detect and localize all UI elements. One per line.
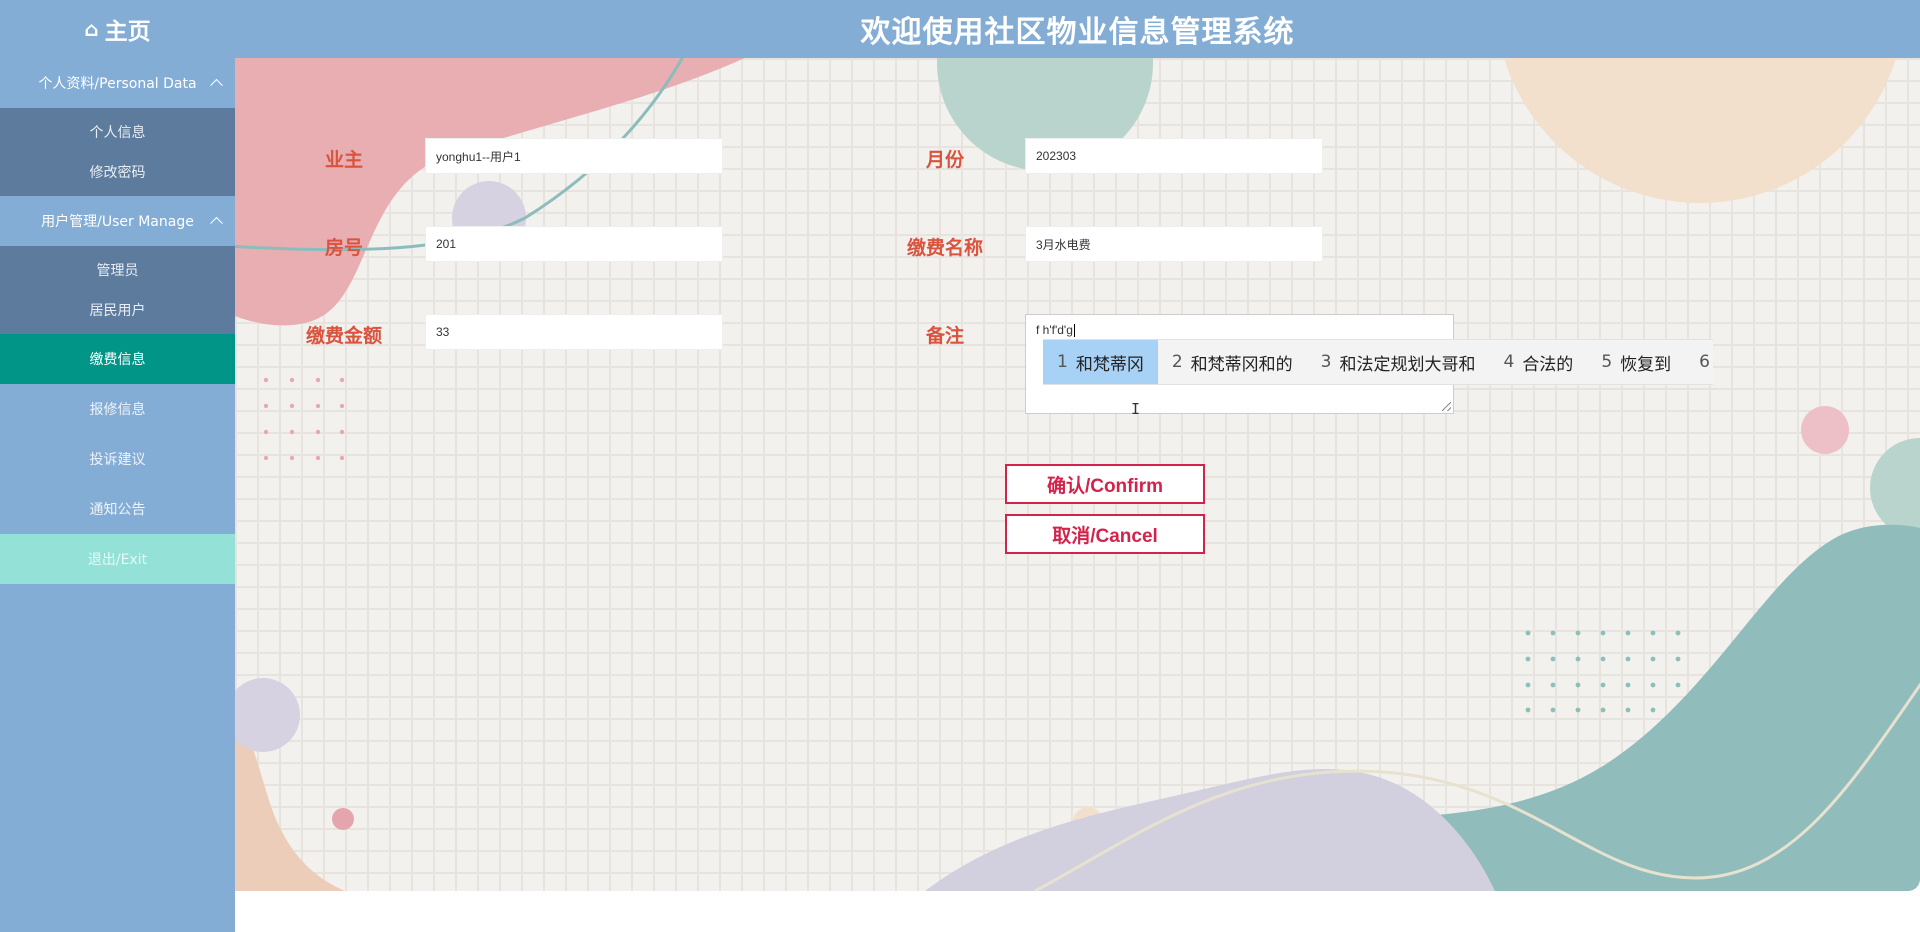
ime-candidate[interactable]: 3 和法定规划大哥和 <box>1307 340 1490 384</box>
ime-candidate-number: 6 <box>1699 352 1710 372</box>
ime-candidate-text: 恢复到 <box>1620 354 1672 375</box>
ime-candidate-text: 和梵蒂冈和的 <box>1190 354 1293 375</box>
sidebar-item-notices[interactable]: 通知公告 <box>0 484 235 534</box>
resize-handle-icon[interactable] <box>1442 402 1451 411</box>
ime-candidate-number: 1 <box>1057 352 1068 372</box>
ime-candidate[interactable]: 5 恢复到 <box>1587 340 1685 384</box>
ime-candidate[interactable]: 1 和梵蒂冈 <box>1043 340 1158 384</box>
month-label: 月份 <box>925 149 964 171</box>
owner-label: 业主 <box>324 149 363 171</box>
ime-candidate-text: 和梵蒂冈 <box>1075 354 1144 375</box>
home-label: 主页 <box>104 19 151 45</box>
ime-candidate-bar: 1 和梵蒂冈 2 和梵蒂冈和的 3 和法定规划大哥和 4 合法的 5 恢复到 6 <box>1043 339 1713 385</box>
sidebar-item-payment-info[interactable]: 缴费信息 <box>0 334 235 384</box>
chevron-up-icon <box>210 216 223 230</box>
sidebar: 个人资料/Personal Data 个人信息 修改密码 用户管理/User M… <box>0 58 235 932</box>
menu-group-label: 用户管理/User Manage <box>41 214 194 230</box>
text-cursor-icon: I <box>1131 400 1141 418</box>
menu-group-user-manage[interactable]: 用户管理/User Manage <box>0 196 235 246</box>
ime-candidate[interactable]: 2 和梵蒂冈和的 <box>1158 340 1307 384</box>
remark-text: f h'f'd'g <box>1036 323 1073 337</box>
cancel-button[interactable]: 取消/Cancel <box>1005 514 1205 554</box>
text-caret <box>1073 324 1075 338</box>
sidebar-item-residents[interactable]: 居民用户 <box>0 290 235 330</box>
remark-label: 备注 <box>925 325 964 347</box>
ime-candidate-text: 合法的 <box>1522 354 1574 375</box>
sidebar-item-change-password[interactable]: 修改密码 <box>0 152 235 192</box>
fee-name-field[interactable]: 3月水电费 <box>1025 226 1323 262</box>
top-bar: ⌂ 主页 欢迎使用社区物业信息管理系统 <box>0 0 1920 58</box>
ime-candidate-number: 5 <box>1601 352 1613 372</box>
page-title: 欢迎使用社区物业信息管理系统 <box>860 15 1295 50</box>
main-content: 业主 yonghu1--用户1 月份 202303 房号 201 缴费名称 3月… <box>235 58 1920 891</box>
amount-label: 缴费金额 <box>305 325 382 347</box>
confirm-button[interactable]: 确认/Confirm <box>1005 464 1205 504</box>
submenu-user-manage: 管理员 居民用户 <box>0 246 235 334</box>
home-icon: ⌂ <box>84 17 99 41</box>
amount-field[interactable]: 33 <box>425 314 723 350</box>
owner-field[interactable]: yonghu1--用户1 <box>425 138 723 174</box>
ime-candidate[interactable]: 4 合法的 <box>1489 340 1587 384</box>
submenu-personal-data: 个人信息 修改密码 <box>0 108 235 196</box>
room-field[interactable]: 201 <box>425 226 723 262</box>
sidebar-item-admin[interactable]: 管理员 <box>0 250 235 290</box>
menu-group-personal-data[interactable]: 个人资料/Personal Data <box>0 58 235 108</box>
sidebar-item-personal-info[interactable]: 个人信息 <box>0 112 235 152</box>
ime-candidate-number: 4 <box>1503 352 1515 372</box>
fee-name-label: 缴费名称 <box>906 237 983 259</box>
chevron-up-icon <box>210 78 223 92</box>
room-label: 房号 <box>324 237 363 259</box>
sidebar-item-complaints[interactable]: 投诉建议 <box>0 434 235 484</box>
ime-candidate-number: 2 <box>1171 352 1183 372</box>
sidebar-item-repair-info[interactable]: 报修信息 <box>0 384 235 434</box>
ime-candidate-number: 3 <box>1320 352 1332 372</box>
ime-candidate-text: 和法定规划大哥和 <box>1339 354 1476 375</box>
home-link[interactable]: ⌂ 主页 <box>0 0 235 58</box>
month-field[interactable]: 202303 <box>1025 138 1323 174</box>
sidebar-item-exit[interactable]: 退出/Exit <box>0 534 235 584</box>
menu-group-label: 个人资料/Personal Data <box>38 76 197 92</box>
ime-candidate[interactable]: 6 <box>1685 340 1713 384</box>
